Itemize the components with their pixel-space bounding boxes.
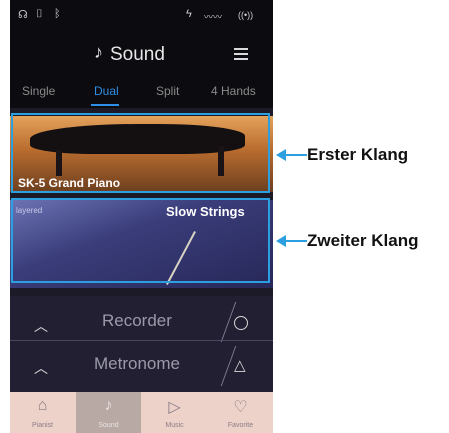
arrow-line (285, 240, 307, 242)
heart-icon: ♡ (233, 399, 248, 416)
chevron-up-icon[interactable]: ︿ (34, 358, 48, 378)
usb-icon: ⌷ (36, 8, 43, 20)
first-sound-highlight (11, 113, 270, 193)
record-circle-icon[interactable] (234, 316, 248, 330)
nav-label-pianist: Pianist (31, 422, 53, 429)
nav-label-favorite: Favorite (227, 422, 254, 429)
chevron-up-icon[interactable]: ︿ (34, 316, 48, 336)
wireless-icon: ((•)) (238, 10, 254, 20)
recorder-label: Recorder (102, 311, 172, 330)
mode-tabs: Single Dual Split 4 Hands (10, 82, 273, 108)
tab-4-hands[interactable]: 4 Hands (211, 84, 256, 98)
tab-single[interactable]: Single (22, 84, 55, 98)
status-bar: ☊ ⌷ ᛒ ϟ 〰〰 ((•)) (10, 0, 273, 30)
metronome-row[interactable]: ︿ Metronome △ (10, 346, 273, 386)
callout-second-sound: Zweiter Klang (307, 231, 419, 250)
bottom-nav: ⌂ Pianist ♪ Sound ▷ Music ♡ Favorite (10, 392, 273, 433)
play-icon: ▷ (168, 399, 181, 416)
headphones-icon: ☊ (18, 9, 28, 21)
nav-label-music: Music (165, 422, 184, 429)
app-header: ♪ Sound Single Dual Split 4 Hands (10, 30, 273, 108)
row-divider (10, 340, 273, 341)
row-divider-slant (182, 302, 237, 342)
piano-icon: ⌂ (37, 397, 48, 414)
music-note-icon: ♪ (104, 397, 113, 414)
tab-split[interactable]: Split (156, 84, 179, 98)
active-tab-indicator (91, 104, 119, 106)
recorder-row[interactable]: ︿ Recorder (10, 302, 273, 342)
music-note-icon: ♪ (94, 42, 103, 62)
nav-item-pianist[interactable]: ⌂ Pianist (10, 392, 75, 433)
metronome-label: Metronome (94, 354, 180, 373)
tab-dual[interactable]: Dual (94, 84, 119, 98)
nav-item-sound[interactable]: ♪ Sound (76, 392, 141, 433)
row-divider-slant (182, 346, 237, 386)
metronome-icon[interactable]: △ (234, 356, 246, 374)
waveform-icon: 〰〰 (204, 12, 223, 22)
nav-item-favorite[interactable]: ♡ Favorite (208, 392, 273, 433)
usb-charge-icon: ϟ (186, 8, 192, 20)
second-sound-highlight (11, 198, 270, 283)
bluetooth-icon: ᛒ (54, 8, 61, 20)
function-panel: ︿ Recorder ︿ Metronome △ (10, 296, 273, 392)
arrow-line (285, 154, 307, 156)
list-menu-icon[interactable] (234, 48, 248, 60)
page-title: Sound (110, 44, 165, 65)
callout-first-sound: Erster Klang (307, 145, 409, 164)
nav-label-sound: Sound (98, 422, 119, 429)
nav-item-music[interactable]: ▷ Music (142, 392, 207, 433)
